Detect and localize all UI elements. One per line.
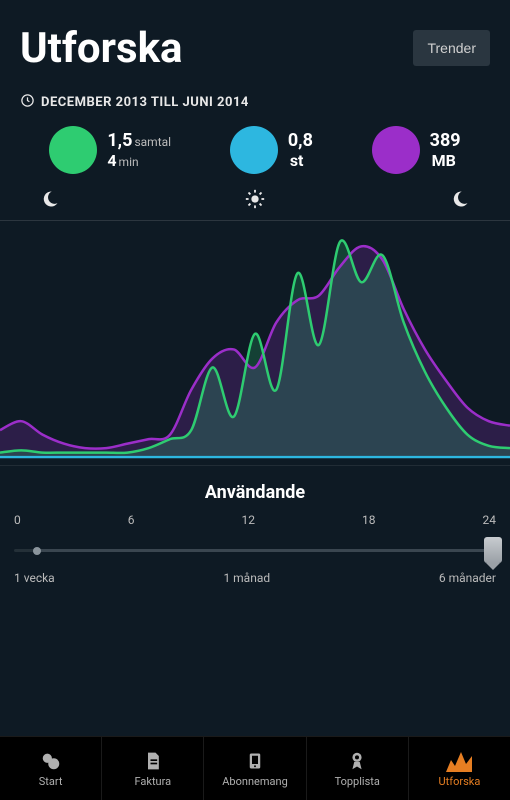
topplista-icon <box>346 749 368 773</box>
stat-calls: 1,5samtal 4min <box>49 126 171 174</box>
stat-calls-value: 1,5 <box>107 130 132 151</box>
clock-icon <box>20 93 35 112</box>
trends-button[interactable]: Trender <box>413 30 490 66</box>
bottom-nav: Start Faktura Abonnemang Topplista Utfor… <box>0 736 510 800</box>
tick-12: 12 <box>242 513 256 527</box>
nav-faktura-label: Faktura <box>134 775 171 788</box>
page-title: Utforska <box>20 24 183 73</box>
nav-utforska-label: Utforska <box>439 775 481 788</box>
nav-abonnemang-label: Abonnemang <box>222 775 288 788</box>
nav-topplista[interactable]: Topplista <box>307 737 409 800</box>
stat-calls-unit: samtal <box>134 135 171 149</box>
nav-start-label: Start <box>39 775 63 788</box>
dot-sms-icon <box>230 126 278 174</box>
utforska-icon <box>446 749 472 773</box>
slider-label-mid: 1 månad <box>223 571 270 585</box>
stat-calls-mins: 4 <box>107 151 116 170</box>
stat-data-unit: MB <box>432 151 461 170</box>
abonnemang-icon <box>246 749 264 773</box>
usage-chart <box>0 220 510 466</box>
time-range-slider[interactable] <box>14 537 496 565</box>
nav-utforska[interactable]: Utforska <box>409 737 510 800</box>
slider-knob-left[interactable] <box>33 547 41 555</box>
stat-sms-unit: st <box>290 151 313 170</box>
dot-calls-icon <box>49 126 97 174</box>
section-label: Användande <box>0 466 510 513</box>
slider-handle-right[interactable] <box>484 537 502 563</box>
nav-faktura[interactable]: Faktura <box>102 737 204 800</box>
hour-ticks: 0 6 12 18 24 <box>0 513 510 533</box>
stat-calls-mins-unit: min <box>119 155 139 169</box>
faktura-icon <box>143 749 163 773</box>
moon-icon <box>40 189 60 213</box>
slider-label-right: 6 månader <box>439 571 496 585</box>
moon-icon <box>450 189 470 213</box>
nav-abonnemang[interactable]: Abonnemang <box>204 737 306 800</box>
tick-6: 6 <box>128 513 135 527</box>
stat-data: 389 MB <box>372 126 461 174</box>
slider-label-left: 1 vecka <box>14 571 55 585</box>
nav-topplista-label: Topplista <box>335 775 380 788</box>
stats-row: 1,5samtal 4min 0,8 st 389 MB <box>0 126 510 188</box>
stat-sms-value: 0,8 <box>288 130 313 152</box>
sun-icon <box>244 188 266 214</box>
dot-data-icon <box>372 126 420 174</box>
tick-18: 18 <box>362 513 376 527</box>
date-range-text: DECEMBER 2013 TILL JUNI 2014 <box>41 95 249 110</box>
nav-start[interactable]: Start <box>0 737 102 800</box>
stat-data-value: 389 <box>430 130 461 152</box>
tick-24: 24 <box>483 513 497 527</box>
stat-sms: 0,8 st <box>230 126 313 174</box>
tick-0: 0 <box>14 513 21 527</box>
start-icon <box>40 749 62 773</box>
